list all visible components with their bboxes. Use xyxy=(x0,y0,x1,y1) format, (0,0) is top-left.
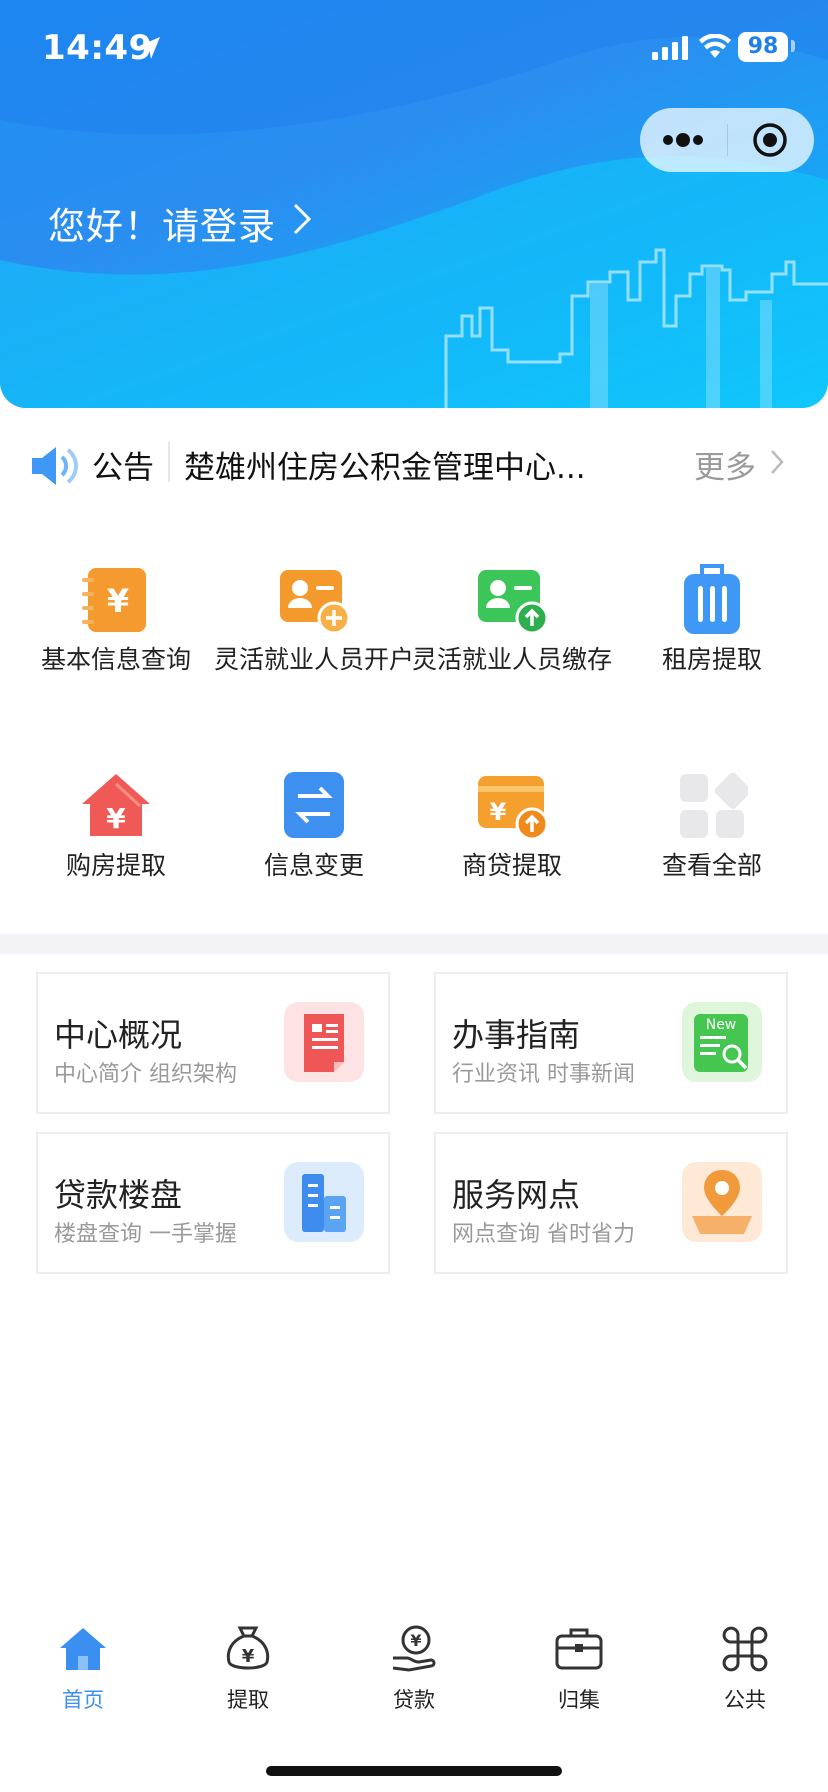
grid-item-flex-deposit[interactable]: 灵活就业人员缴存 xyxy=(412,560,612,730)
map-pin-icon xyxy=(682,1162,762,1242)
card-title: 服务网点 xyxy=(452,1176,581,1214)
news-badge: New xyxy=(706,1017,737,1033)
battery-tip xyxy=(791,40,795,52)
notice-text[interactable]: 楚雄州住房公积金管理中心... xyxy=(184,442,604,487)
document-icon xyxy=(284,1002,364,1082)
card-subtitle: 楼盘查询 一手掌握 xyxy=(54,1222,237,1247)
card-title: 贷款楼盘 xyxy=(54,1176,183,1214)
card-center-overview[interactable]: 中心概况 中心简介 组织架构 xyxy=(36,972,390,1114)
status-bar: 14:49 98 xyxy=(0,0,828,100)
luggage-icon xyxy=(684,564,740,634)
capsule-divider xyxy=(727,124,728,156)
svg-text:¥: ¥ xyxy=(490,798,507,826)
grid-label: 灵活就业人员开户 xyxy=(214,645,415,674)
grid-label: 购房提取 xyxy=(65,851,166,880)
login-greeting[interactable]: 您好！请登录 xyxy=(48,196,276,250)
section-divider xyxy=(0,934,828,954)
card-title: 中心概况 xyxy=(54,1016,183,1054)
tab-label: 贷款 xyxy=(393,1688,435,1712)
grid-label: 信息变更 xyxy=(263,851,364,880)
notice-divider xyxy=(168,442,170,482)
card-service-outlets[interactable]: 服务网点 网点查询 省时省力 xyxy=(434,1132,788,1274)
more-dots-icon[interactable] xyxy=(662,126,704,154)
card-title: 办事指南 xyxy=(452,1016,581,1054)
money-bag-icon: ¥ xyxy=(226,1626,270,1670)
tab-collection[interactable]: 归集 xyxy=(524,1620,634,1720)
tab-loan[interactable]: ¥ 贷款 xyxy=(359,1620,469,1720)
all-apps-icon xyxy=(680,772,748,838)
svg-text:¥: ¥ xyxy=(107,582,129,620)
grid-label: 租房提取 xyxy=(661,645,762,674)
cellular-signal-icon xyxy=(652,36,688,60)
command-icon xyxy=(722,1626,768,1672)
tab-home[interactable]: 首页 xyxy=(28,1620,138,1720)
notebook-yen-icon: ¥ xyxy=(82,568,146,632)
svg-text:¥: ¥ xyxy=(410,1631,421,1650)
card-loan-properties[interactable]: 贷款楼盘 楼盘查询 一手掌握 xyxy=(36,1132,390,1274)
chevron-right-icon xyxy=(771,450,784,474)
tab-withdraw[interactable]: ¥ 提取 xyxy=(193,1620,303,1720)
speaker-icon xyxy=(32,447,78,485)
grid-item-house-withdraw[interactable]: ¥ 购房提取 xyxy=(16,766,216,886)
chevron-right-icon xyxy=(293,203,312,235)
grid-label: 灵活就业人员缴存 xyxy=(412,645,613,674)
briefcase-icon xyxy=(555,1628,603,1670)
more-link[interactable]: 更多 xyxy=(694,442,756,487)
notice-bar[interactable]: 公告 楚雄州住房公积金管理中心... 更多 xyxy=(0,430,828,500)
grid-item-commercial-loan-withdraw[interactable]: ¥ 商贷提取 xyxy=(412,766,612,886)
svg-text:¥: ¥ xyxy=(242,1646,255,1667)
svg-text:¥: ¥ xyxy=(106,802,126,835)
bottom-tab-bar: 首页 ¥ 提取 ¥ 贷款 归集 公共 xyxy=(0,1620,828,1720)
tab-label: 公共 xyxy=(724,1688,766,1712)
grid-item-flex-open-account[interactable]: 灵活就业人员开户 xyxy=(214,560,414,730)
wifi-icon xyxy=(699,34,731,58)
notice-label: 公告 xyxy=(92,450,154,486)
card-service-guide[interactable]: 办事指南 行业资讯 时事新闻 New xyxy=(434,972,788,1114)
card-subtitle: 中心简介 组织架构 xyxy=(54,1062,237,1087)
coin-hand-icon: ¥ xyxy=(392,1625,436,1672)
home-indicator xyxy=(266,1766,562,1776)
location-arrow-icon xyxy=(139,37,160,59)
swap-arrows-icon xyxy=(284,772,344,838)
tab-label: 归集 xyxy=(558,1688,600,1712)
card-subtitle: 行业资讯 时事新闻 xyxy=(452,1062,635,1087)
grid-item-basic-info[interactable]: ¥ 基本信息查询 xyxy=(16,560,216,730)
tab-label: 首页 xyxy=(62,1688,104,1712)
card-subtitle: 网点查询 省时省力 xyxy=(452,1222,635,1247)
grid-label: 商贷提取 xyxy=(461,851,562,880)
grid-item-view-all[interactable]: 查看全部 xyxy=(612,766,812,886)
header-banner: 14:49 98 您好！请登录 xyxy=(0,0,828,408)
house-yen-icon: ¥ xyxy=(82,774,150,836)
grid-item-rent-withdraw[interactable]: 租房提取 xyxy=(612,560,812,730)
home-icon xyxy=(60,1628,106,1670)
battery-indicator: 98 xyxy=(738,32,788,62)
close-target-icon[interactable] xyxy=(752,122,788,158)
miniprogram-capsule xyxy=(640,108,814,172)
building-icon xyxy=(284,1162,364,1242)
user-add-card-icon xyxy=(280,570,350,635)
grid-label: 基本信息查询 xyxy=(40,645,191,674)
news-icon: New xyxy=(682,1002,762,1082)
grid-item-info-change[interactable]: 信息变更 xyxy=(214,766,414,886)
user-upload-card-icon xyxy=(478,570,548,635)
tab-public[interactable]: 公共 xyxy=(690,1620,800,1720)
tab-label: 提取 xyxy=(227,1688,269,1712)
grid-label: 查看全部 xyxy=(661,851,762,880)
card-yen-upload-icon: ¥ xyxy=(478,776,548,841)
